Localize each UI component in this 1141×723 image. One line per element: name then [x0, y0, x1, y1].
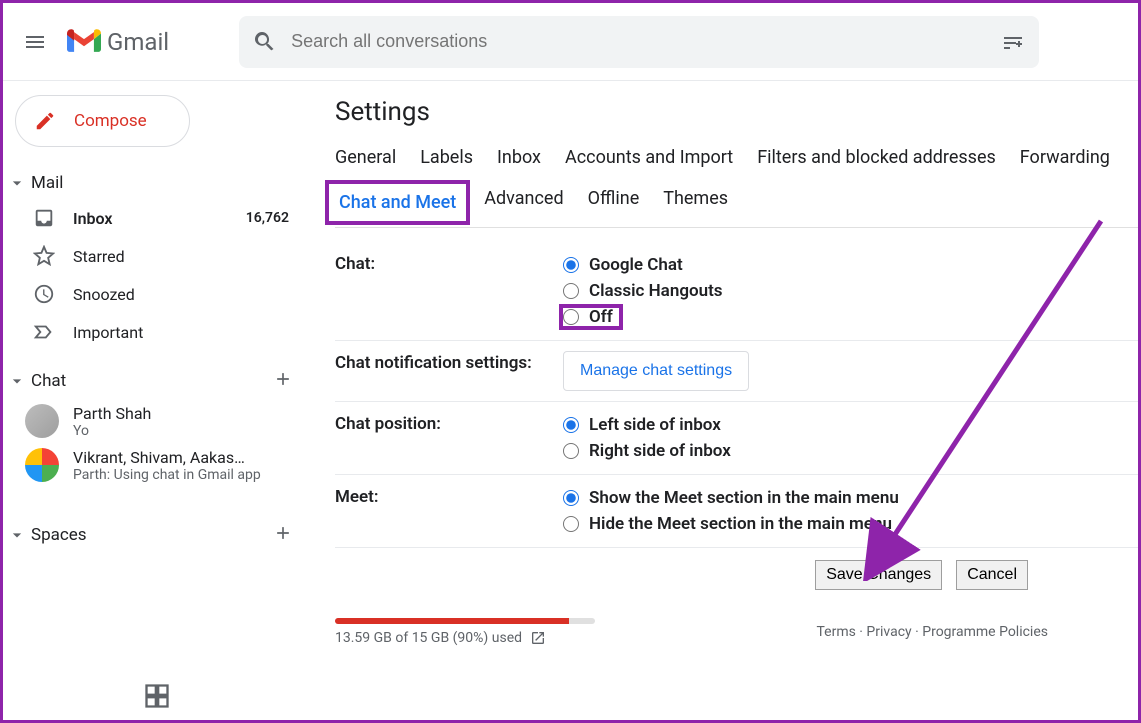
mail-section-header[interactable]: Mail — [3, 167, 311, 199]
page-title: Settings — [335, 97, 1138, 127]
chat-snippet: Yo — [73, 423, 151, 439]
sidebar-item-inbox[interactable]: Inbox 16,762 — [3, 199, 311, 237]
caret-down-icon — [7, 173, 27, 193]
setting-label: Meet: — [335, 485, 563, 537]
setting-row-chat: Chat: Google Chat Classic Hangouts Off — [335, 242, 1138, 341]
star-icon — [33, 245, 55, 267]
plus-icon — [273, 523, 293, 543]
gmail-icon — [67, 28, 101, 56]
setting-row-meet: Meet: Show the Meet section in the main … — [335, 475, 1138, 548]
nav-count: 16,762 — [246, 210, 289, 226]
avatar — [25, 404, 59, 438]
nav-label: Inbox — [73, 209, 113, 228]
radio-input[interactable] — [563, 490, 579, 506]
radio-input[interactable] — [563, 516, 579, 532]
settings-tabs: General Labels Inbox Accounts and Import… — [335, 147, 1138, 228]
nav-label: Snoozed — [73, 285, 135, 304]
chat-name: Vikrant, Shivam, Aakas… — [73, 448, 261, 467]
tab-inbox[interactable]: Inbox — [497, 147, 541, 168]
save-changes-button[interactable]: Save Changes — [815, 560, 942, 590]
new-space-button[interactable] — [273, 523, 293, 547]
spaces-section-title: Spaces — [31, 525, 87, 545]
tab-advanced[interactable]: Advanced — [484, 188, 563, 217]
tab-chat-and-meet[interactable]: Chat and Meet — [339, 192, 456, 213]
sidebar: Compose Mail Inbox 16,762 Starred Snooze… — [3, 81, 311, 720]
tab-labels[interactable]: Labels — [420, 147, 473, 168]
action-row: Save Changes Cancel — [335, 548, 1138, 602]
highlight-annotation: Chat and Meet — [325, 180, 470, 225]
nav-label: Starred — [73, 247, 125, 266]
meet-option-hide[interactable]: Hide the Meet section in the main menu — [563, 511, 1138, 537]
tab-themes[interactable]: Themes — [663, 188, 728, 217]
sidebar-item-starred[interactable]: Starred — [3, 237, 311, 275]
gmail-text: Gmail — [107, 28, 169, 56]
pencil-icon — [34, 110, 56, 132]
main-menu-button[interactable] — [11, 18, 59, 66]
open-in-new-icon[interactable] — [530, 630, 546, 646]
header-bar: Gmail — [3, 3, 1138, 81]
new-chat-button[interactable] — [273, 369, 293, 393]
radio-input[interactable] — [563, 257, 579, 273]
grid-view-button[interactable] — [3, 672, 311, 720]
chat-option-classic-hangouts[interactable]: Classic Hangouts — [563, 278, 1138, 304]
tab-general[interactable]: General — [335, 147, 396, 168]
chat-name: Parth Shah — [73, 404, 151, 423]
compose-label: Compose — [74, 111, 147, 131]
inbox-icon — [33, 207, 55, 229]
important-icon — [33, 321, 55, 343]
manage-chat-settings-button[interactable]: Manage chat settings — [563, 351, 749, 391]
compose-button[interactable]: Compose — [15, 95, 190, 147]
mail-section-title: Mail — [31, 173, 63, 193]
nav-label: Important — [73, 323, 143, 342]
chat-option-google-chat[interactable]: Google Chat — [563, 252, 1138, 278]
tab-filters[interactable]: Filters and blocked addresses — [757, 147, 996, 168]
setting-label: Chat notification settings: — [335, 351, 563, 391]
settings-content: Settings General Labels Inbox Accounts a… — [311, 81, 1138, 720]
meet-option-show[interactable]: Show the Meet section in the main menu — [563, 485, 1138, 511]
search-input[interactable] — [291, 31, 1001, 52]
radio-input[interactable] — [563, 417, 579, 433]
caret-down-icon — [7, 371, 27, 391]
search-options-icon[interactable] — [1001, 30, 1025, 54]
plus-icon — [273, 369, 293, 389]
main-area: Compose Mail Inbox 16,762 Starred Snooze… — [3, 81, 1138, 720]
radio-input[interactable] — [563, 283, 579, 299]
tab-accounts[interactable]: Accounts and Import — [565, 147, 733, 168]
clock-icon — [33, 283, 55, 305]
search-bar[interactable] — [239, 16, 1039, 68]
cancel-button[interactable]: Cancel — [956, 560, 1028, 590]
sidebar-item-important[interactable]: Important — [3, 313, 311, 351]
chat-conversation[interactable]: Parth Shah Yo — [3, 399, 311, 443]
chat-section-header[interactable]: Chat — [3, 363, 311, 399]
position-option-left[interactable]: Left side of inbox — [563, 412, 1138, 438]
sidebar-item-snoozed[interactable]: Snoozed — [3, 275, 311, 313]
hamburger-icon — [23, 30, 47, 54]
radio-input[interactable] — [563, 443, 579, 459]
storage-fill — [335, 618, 569, 624]
gmail-logo-area[interactable]: Gmail — [67, 28, 169, 56]
caret-down-icon — [7, 525, 27, 545]
footer-links[interactable]: Terms · Privacy · Programme Policies — [816, 624, 1048, 640]
setting-row-position: Chat position: Left side of inbox Right … — [335, 402, 1138, 475]
chat-section-title: Chat — [31, 371, 66, 391]
avatar — [25, 448, 59, 482]
setting-label: Chat position: — [335, 412, 563, 464]
search-icon — [253, 30, 277, 54]
storage-text: 13.59 GB of 15 GB (90%) used — [335, 630, 522, 646]
setting-label: Chat: — [335, 252, 563, 330]
tab-forwarding[interactable]: Forwarding — [1020, 147, 1110, 168]
chat-snippet: Parth: Using chat in Gmail app — [73, 467, 261, 483]
chat-option-off[interactable]: Off — [559, 304, 623, 330]
grid-icon — [143, 682, 171, 710]
settings-body: Chat: Google Chat Classic Hangouts Off C… — [335, 228, 1138, 646]
spaces-section-header[interactable]: Spaces — [3, 517, 311, 553]
setting-row-notifications: Chat notification settings: Manage chat … — [335, 341, 1138, 402]
tab-offline[interactable]: Offline — [588, 188, 640, 217]
chat-conversation[interactable]: Vikrant, Shivam, Aakas… Parth: Using cha… — [3, 443, 311, 487]
footer: 13.59 GB of 15 GB (90%) used Terms · Pri… — [335, 602, 1138, 646]
radio-input[interactable] — [563, 309, 579, 325]
storage-bar — [335, 618, 595, 624]
position-option-right[interactable]: Right side of inbox — [563, 438, 1138, 464]
